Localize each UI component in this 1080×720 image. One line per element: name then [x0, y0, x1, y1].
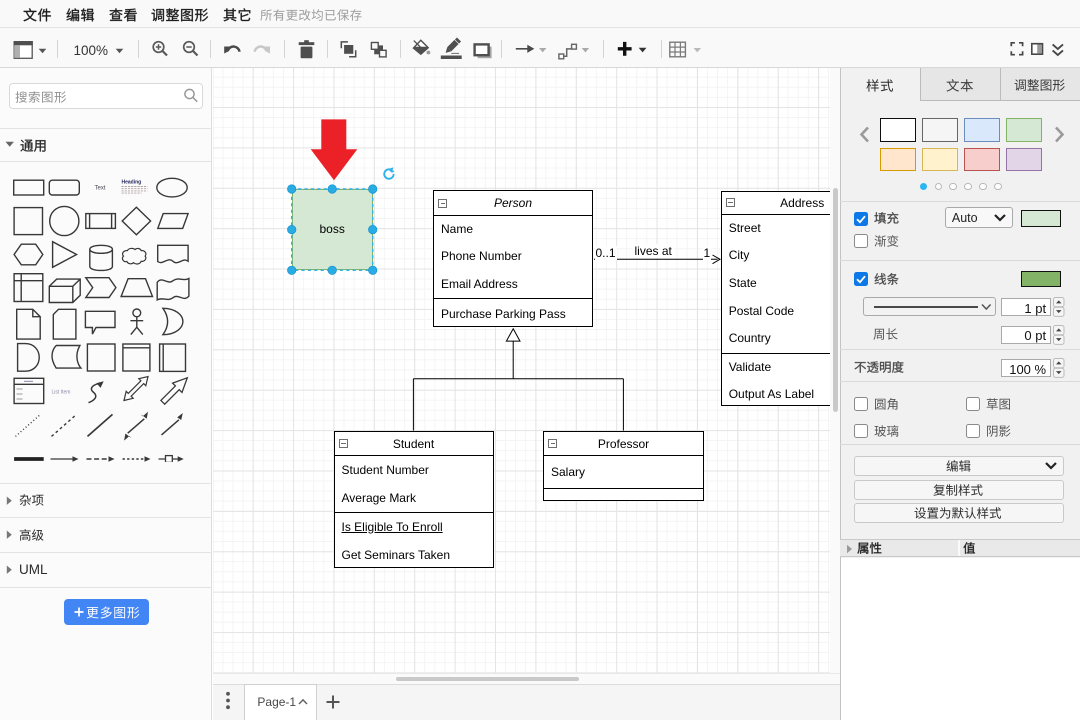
svg-text:Text: Text — [94, 186, 105, 192]
svg-text:List Item: List Item — [52, 389, 71, 395]
svg-text:Heading: Heading — [122, 180, 142, 186]
